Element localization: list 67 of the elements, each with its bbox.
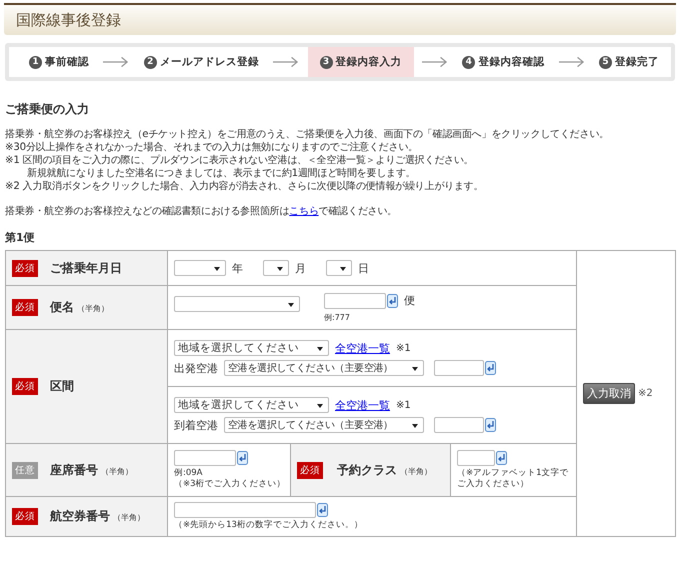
return-arrow-icon[interactable] [496,451,507,465]
instruction-text: 搭乗券・航空券のお客様控え（eチケット控え）をご用意のうえ、ご搭乗便を入力後、画面下の「確認画面へ」をクリックしてください。 [5,128,610,141]
requirement-badge: 任意 [12,462,38,478]
reference-note: 搭乗券・航空券のお客様控えなどの確認書類における参照箇所はこちらで確認ください。 [5,205,398,218]
instruction-text: ※1 区間の項目をご入力の際に、プルダウンに表示されない空港は、＜全空港一覧＞よりご選択ください。 [5,154,474,167]
hint-text: ご入力ください） [457,479,530,490]
dropdown[interactable] [326,260,352,276]
arrow-icon [422,56,448,68]
requirement-badge: 必須 [12,299,38,316]
field-label: ご搭乗年月日 [50,260,122,276]
input-field[interactable] [174,502,316,518]
progress-step: 3 登録内容入力 [308,47,414,77]
cancel-input-button[interactable]: 入力取消 [583,383,636,404]
dropdown[interactable]: 空港を選択してください（主要空港） [224,360,424,376]
reference-link[interactable]: こちら [289,206,319,217]
field-label: 区間 [50,378,74,395]
dropdown[interactable]: 空港を選択してください（主要空港） [224,417,424,433]
return-arrow-icon[interactable] [485,418,496,432]
unit-label: 便 [404,293,415,308]
requirement-badge: 必須 [297,462,323,478]
page-title: 国際線事後登録 [16,10,121,30]
return-arrow-icon[interactable] [485,361,496,375]
input-field[interactable] [434,360,484,376]
instruction-text: 新規就航になりました空港名につきましては、表示までに約1週間ほど時間を要します。 [26,167,416,180]
arrow-icon [558,56,585,68]
hint-text: （※アルファベット1文字で [457,468,570,479]
footnote-mark: ※1 [396,400,411,410]
field-label: 予約クラス （半角） [337,462,432,478]
hint-text: 例:09A [174,468,204,479]
hint-text: （※3桁でご入力ください） [174,479,284,490]
footnote-mark: ※1 [396,342,411,354]
requirement-badge: 必須 [12,378,38,395]
progress-step: 2 メールアドレス登録 [138,47,265,77]
hint-text: （※先頭から13桁の数字でご入力ください。） [174,520,364,531]
airport-label: 到着空港 [174,418,218,432]
return-arrow-icon[interactable] [237,451,248,465]
instruction-text: ※30分以上操作をされなかった場合、それまでの入力は無効になりますのでご注意ください。 [5,141,419,154]
unit-label: 年 [232,260,243,276]
input-field[interactable] [174,450,236,466]
dropdown[interactable]: 地域を選択してください [174,340,329,356]
example-text: 例:777 [324,312,351,322]
arrow-icon [103,56,130,68]
input-field[interactable] [324,292,386,308]
return-arrow-icon[interactable] [317,503,328,517]
all-airports-link[interactable]: 全空港一覧 [335,340,390,356]
dropdown[interactable] [263,260,289,276]
field-label: 座席番号 （半角） [50,462,133,478]
arrow-icon [273,56,300,68]
unit-label: 月 [295,260,306,276]
requirement-badge: 必須 [12,508,38,525]
progress-step: 4 登録内容確認 [456,47,550,77]
instruction-text: ※2 入力取消ボタンをクリックした場合、入力内容が消去され、さらに次便以降の便情報が繰り上がります。 [5,180,484,193]
unit-label: 日 [358,260,369,276]
field-label: 航空券番号 （半角） [50,508,145,525]
input-field[interactable] [434,417,484,433]
all-airports-link[interactable]: 全空港一覧 [335,398,390,412]
airport-label: 出発空港 [174,360,218,376]
flight-heading: 第1便 [5,230,36,245]
requirement-badge: 必須 [12,260,38,276]
progress-step: 5 登録完了 [593,47,665,77]
input-field[interactable] [457,450,495,466]
footnote-mark: ※2 [638,388,653,399]
return-arrow-icon[interactable] [387,294,398,308]
field-label: 便名 （半角） [50,299,109,316]
dropdown[interactable]: 地域を選択してください [174,397,329,413]
section-heading: ご搭乗便の入力 [5,101,90,118]
progress-step: 1 事前確認 [23,47,95,77]
